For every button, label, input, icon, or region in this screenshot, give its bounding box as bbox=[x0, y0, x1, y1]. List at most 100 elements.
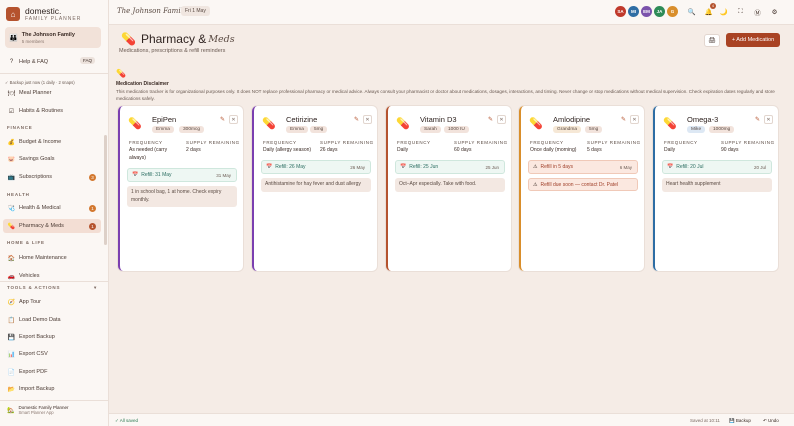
saved-time: Saved at 10:11 bbox=[690, 418, 720, 423]
edit-icon[interactable]: ✎ bbox=[220, 116, 225, 123]
medication-card[interactable]: 💊 EpiPen Emma 300mcg ✎ ✕ FREQUENCY SUPPL… bbox=[118, 106, 243, 271]
sidebar-item-meal-planner[interactable]: 🍽 Meal Planner bbox=[7, 87, 52, 99]
pdf-icon: 📄 bbox=[7, 369, 16, 376]
medication-card[interactable]: 💊 Amlodipine Grandma 5mg ✎ ✕ FREQUENCY S… bbox=[519, 106, 644, 271]
sidebar-item-label: Budget & Income bbox=[19, 139, 62, 145]
divider bbox=[0, 73, 108, 74]
calendar-icon: 📅 bbox=[266, 164, 273, 170]
sidebar-item-export-csv[interactable]: 📊 Export CSV bbox=[7, 348, 48, 360]
sidebar-item-savings[interactable]: 🐷 Savings Goals bbox=[7, 153, 55, 165]
sidebar-item-subscriptions[interactable]: 📺 Subscriptions bbox=[7, 171, 52, 183]
supply-value: 60 days bbox=[454, 147, 472, 153]
edit-icon[interactable]: ✎ bbox=[354, 116, 359, 123]
folder-icon: 📂 bbox=[7, 386, 16, 393]
disclaimer-title: Medication Disclaimer bbox=[116, 81, 169, 87]
backup-button[interactable]: 💾 Backup bbox=[729, 418, 751, 424]
refill-banner: 📅 Refill: 26 May 26 May bbox=[261, 160, 371, 174]
sidebar-item-budget[interactable]: 💰 Budget & Income bbox=[7, 136, 61, 148]
delete-icon[interactable]: ✕ bbox=[497, 115, 506, 124]
search-icon[interactable]: 🔍 bbox=[686, 6, 697, 17]
delete-icon[interactable]: ✕ bbox=[229, 115, 238, 124]
page-title-italic: Meds bbox=[208, 33, 235, 45]
medication-name: Cetirizine bbox=[286, 115, 318, 124]
family-title: The Johnson Family bbox=[117, 7, 187, 15]
sidebar-item-home-maintenance[interactable]: 🏠 Home Maintenance bbox=[7, 252, 67, 264]
sidebar-item-label: Pharmacy & Meds bbox=[19, 223, 64, 229]
pill-icon: 💊 bbox=[262, 118, 276, 130]
backup-icon: 💾 bbox=[7, 334, 16, 341]
family-switcher[interactable]: 👪 The Johnson Family 5 members bbox=[5, 27, 101, 48]
medication-card[interactable]: 💊 Omega-3 Mike 1000mg ✎ ✕ FREQUENCY SUPP… bbox=[653, 106, 778, 271]
sidebar-item-label: Import Backup bbox=[19, 386, 55, 392]
sidebar-scrollbar[interactable] bbox=[104, 135, 107, 245]
date-chip[interactable]: Fri 1 May bbox=[181, 6, 210, 16]
theme-icon[interactable]: 🌙 bbox=[718, 6, 729, 17]
sidebar-item-export-pdf[interactable]: 📄 Export PDF bbox=[7, 366, 48, 378]
app-badge-icon: 🏡 bbox=[7, 407, 15, 414]
sidebar-item-label: Help & FAQ bbox=[19, 59, 49, 65]
pill-icon: 💊 bbox=[121, 32, 136, 46]
health-count-badge: 1 bbox=[89, 205, 96, 212]
subscriptions-count-badge: 3 bbox=[89, 174, 96, 181]
savings-icon: 🐷 bbox=[7, 156, 16, 163]
brand[interactable]: ⌂ domestic. FAMILY PLANNER bbox=[6, 6, 81, 22]
supply-label: SUPPLY REMAINING bbox=[186, 140, 240, 145]
delete-icon[interactable]: ✕ bbox=[363, 115, 372, 124]
print-button[interactable]: 🖨 bbox=[704, 34, 720, 47]
refill-text: Refill in 5 days bbox=[540, 164, 573, 170]
sidebar-item-habits[interactable]: ☑ Habits & Routines bbox=[7, 105, 63, 117]
health-icon: 🩺 bbox=[7, 205, 16, 212]
fullscreen-icon[interactable]: ⛶ bbox=[735, 6, 746, 17]
supply-label: SUPPLY REMAINING bbox=[587, 140, 641, 145]
supply-value: 2 days bbox=[186, 147, 201, 153]
add-medication-button[interactable]: + Add Medication bbox=[726, 33, 780, 47]
delete-icon[interactable]: ✕ bbox=[630, 115, 639, 124]
sidebar-item-label: Meal Planner bbox=[19, 90, 52, 96]
avatar[interactable]: G bbox=[667, 6, 678, 17]
avatar[interactable]: SA bbox=[615, 6, 626, 17]
pill-icon: 💊 bbox=[529, 118, 543, 130]
edit-icon[interactable]: ✎ bbox=[488, 116, 493, 123]
sidebar-item-load-demo[interactable]: 📋 Load Demo Data bbox=[7, 314, 61, 326]
save-status: ✓ All saved bbox=[115, 418, 139, 423]
medication-card[interactable]: 💊 Cetirizine Emma 5mg ✎ ✕ FREQUENCY SUPP… bbox=[252, 106, 377, 271]
sidebar-item-health[interactable]: 🩺 Health & Medical bbox=[7, 202, 61, 214]
refill-alert-text: Refill due soon — contact Dr. Patel bbox=[540, 181, 619, 188]
sidebar-item-export-backup[interactable]: 💾 Export Backup bbox=[7, 331, 55, 343]
medication-note: 1 in school bag, 1 at home. Check expiry… bbox=[127, 186, 237, 207]
calendar-icon: 📅 bbox=[400, 164, 407, 170]
sidebar-item-label: Subscriptions bbox=[19, 174, 53, 180]
avatar[interactable]: MI bbox=[628, 6, 639, 17]
profile-icon[interactable]: Ⓜ bbox=[752, 6, 763, 17]
medication-card[interactable]: 💊 Vitamin D3 Sarah 1000 IU ✎ ✕ FREQUENCY… bbox=[386, 106, 511, 271]
subscriptions-icon: 📺 bbox=[7, 174, 16, 181]
sidebar-item-label: Export Backup bbox=[19, 334, 55, 340]
collapse-chevron-icon[interactable]: ▾ bbox=[94, 285, 97, 291]
supply-value: 90 days bbox=[721, 147, 739, 153]
delete-icon[interactable]: ✕ bbox=[764, 115, 773, 124]
section-header-health: HEALTH bbox=[7, 192, 30, 197]
edit-icon[interactable]: ✎ bbox=[755, 116, 760, 123]
sidebar-item-app-tour[interactable]: 🧭 App Tour bbox=[7, 296, 41, 308]
sidebar-item-pharmacy[interactable]: 💊 Pharmacy & Meds bbox=[7, 220, 64, 232]
sidebar-item-help[interactable]: ? Help & FAQ bbox=[7, 56, 48, 68]
pill-icon: 💊 bbox=[396, 118, 410, 130]
undo-button[interactable]: ↶ Undo bbox=[763, 418, 779, 424]
sidebar-item-label: Export PDF bbox=[19, 369, 48, 375]
family-name: The Johnson Family bbox=[21, 31, 75, 38]
frequency-label: FREQUENCY bbox=[530, 140, 564, 145]
status-bar: ✓ All saved Saved at 10:11 💾 Backup ↶ Un… bbox=[109, 413, 794, 426]
supply-value: 5 days bbox=[587, 147, 602, 153]
refill-date: 6 May bbox=[619, 164, 632, 170]
settings-icon[interactable]: ⚙ bbox=[769, 6, 780, 17]
app-name: domestic. bbox=[25, 6, 62, 16]
faq-button[interactable]: FAQ bbox=[80, 57, 96, 64]
notification-count: 4 bbox=[710, 3, 716, 9]
frequency-value: Daily bbox=[397, 147, 409, 153]
supply-label: SUPPLY REMAINING bbox=[320, 140, 374, 145]
avatar[interactable]: JA bbox=[654, 6, 665, 17]
avatar[interactable]: EM bbox=[641, 6, 652, 17]
sidebar-item-import-backup[interactable]: 📂 Import Backup bbox=[7, 383, 55, 395]
person-tag: Sarah bbox=[420, 126, 441, 133]
edit-icon[interactable]: ✎ bbox=[621, 116, 626, 123]
